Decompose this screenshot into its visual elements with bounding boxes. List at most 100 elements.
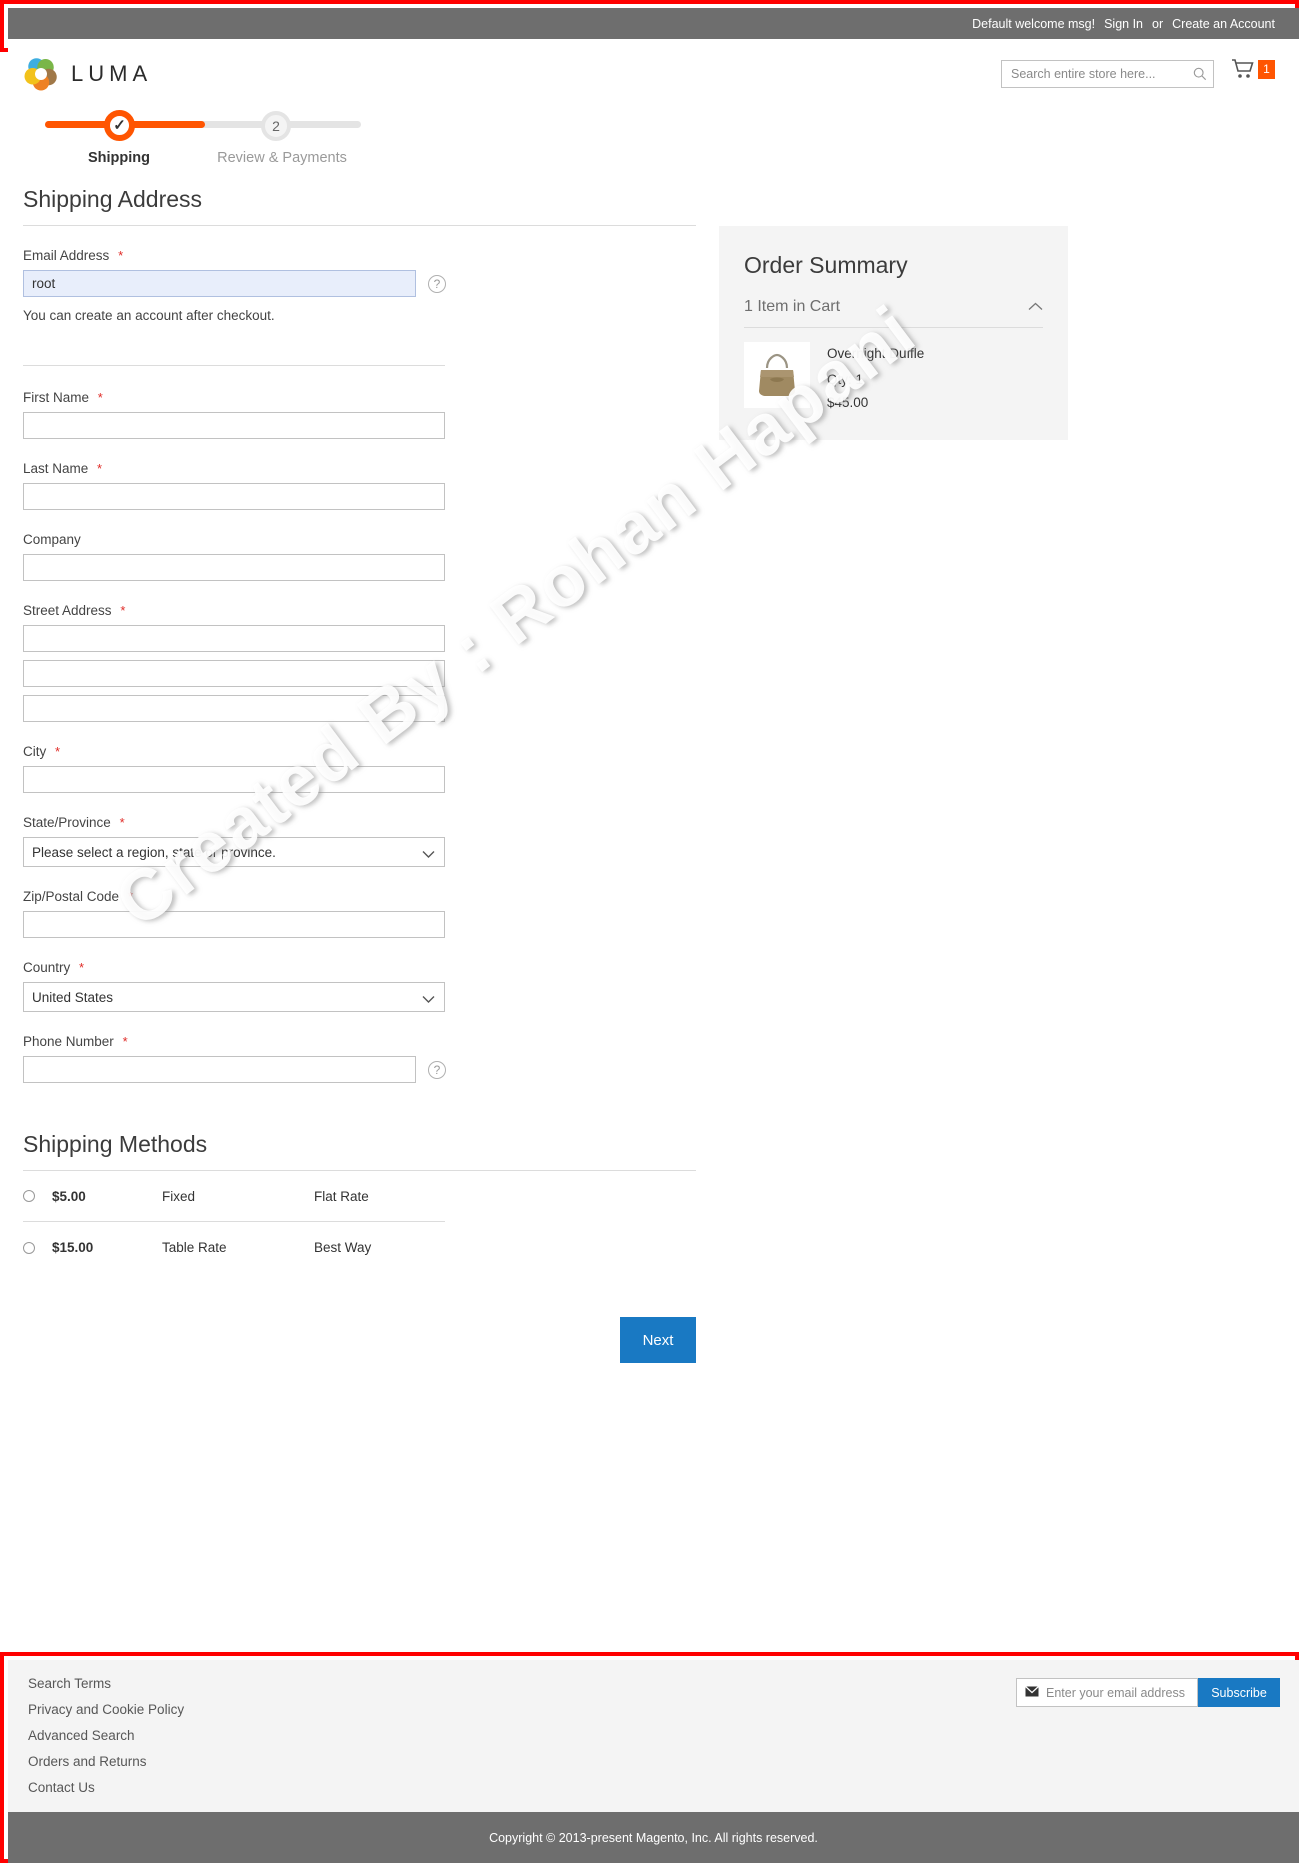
site-footer: Search Terms Privacy and Cookie Policy A…	[8, 1660, 1299, 1812]
search-icon[interactable]	[1187, 67, 1213, 81]
required-asterisk: *	[55, 744, 61, 759]
table-row[interactable]: $15.00 Table Rate Best Way	[23, 1222, 445, 1273]
product-name: Overnight Duffle	[827, 346, 925, 361]
product-thumbnail	[744, 342, 810, 408]
country-label-text: Country	[23, 960, 71, 975]
top-panel-bar: Default welcome msg! Sign In or Create a…	[8, 8, 1299, 39]
city-input[interactable]	[23, 766, 445, 793]
footer-link-orders-returns[interactable]: Orders and Returns	[28, 1754, 184, 1769]
logo[interactable]: LUMA	[23, 56, 152, 92]
progress-step-2-label[interactable]: Review & Payments	[199, 150, 365, 166]
company-input[interactable]	[23, 554, 445, 581]
required-asterisk: *	[118, 248, 124, 263]
email-hint-text: You can create an account after checkout…	[23, 308, 275, 323]
product-details: Overnight Duffle Qty: 1 $45.00	[827, 342, 924, 410]
email-input[interactable]	[23, 270, 416, 297]
city-label: City *	[23, 744, 696, 759]
order-summary-title: Order Summary	[744, 252, 908, 278]
cart-items-toggle[interactable]: 1 Item in Cart	[744, 298, 1043, 328]
mini-cart[interactable]: 1	[1231, 58, 1275, 80]
required-asterisk: *	[119, 815, 125, 830]
state-province-label-text: State/Province	[23, 815, 111, 830]
shipping-methods-title: Shipping Methods	[23, 1131, 208, 1157]
newsletter-email-input[interactable]	[1046, 1685, 1207, 1700]
progress-step-1-node[interactable]: ✓	[104, 110, 135, 141]
country-select[interactable]: United States	[23, 982, 445, 1012]
last-name-input[interactable]	[23, 483, 445, 510]
email-label-text: Email Address	[23, 248, 110, 263]
street-address-label-text: Street Address	[23, 603, 112, 618]
first-name-label: First Name *	[23, 390, 696, 405]
required-asterisk: *	[97, 390, 103, 405]
country-field-group: Country * United States	[23, 960, 696, 1012]
zip-postal-code-label-text: Zip/Postal Code	[23, 889, 120, 904]
logo-text: LUMA	[71, 61, 153, 86]
next-button[interactable]: Next	[620, 1317, 696, 1363]
progress-step-2-node[interactable]: 2	[261, 111, 291, 141]
shipping-method-radio[interactable]	[23, 1241, 35, 1254]
welcome-message: Default welcome msg!	[972, 16, 1096, 31]
copyright-bar: Copyright © 2013-present Magento, Inc. A…	[8, 1812, 1299, 1863]
required-asterisk: *	[127, 889, 133, 904]
last-name-field-group: Last Name *	[23, 461, 696, 510]
progress-step-2-number: 2	[272, 118, 280, 134]
footer-link-advanced-search[interactable]: Advanced Search	[28, 1728, 184, 1743]
site-header: LUMA 1	[0, 52, 1299, 102]
shipping-method-carrier: Fixed	[162, 1188, 196, 1204]
footer-links-list: Search Terms Privacy and Cookie Policy A…	[28, 1676, 184, 1795]
cart-count-badge: 1	[1258, 59, 1275, 79]
street-address-line-3-input[interactable]	[23, 695, 445, 722]
city-field-group: City *	[23, 744, 696, 793]
footer-link-privacy-policy[interactable]: Privacy and Cookie Policy	[28, 1702, 184, 1717]
sign-in-link[interactable]: Sign In	[1104, 17, 1143, 31]
search-input[interactable]	[1002, 61, 1187, 87]
email-help-icon[interactable]: ?	[428, 274, 446, 293]
product-price: $45.00	[827, 395, 869, 410]
create-account-link[interactable]: Create an Account	[1172, 17, 1275, 31]
first-name-field-group: First Name *	[23, 390, 696, 439]
footer-link-search-terms[interactable]: Search Terms	[28, 1676, 184, 1691]
phone-number-label: Phone Number *	[23, 1034, 696, 1049]
search-box[interactable]	[1001, 60, 1214, 88]
cart-icon[interactable]	[1231, 58, 1255, 80]
street-address-label: Street Address *	[23, 603, 696, 618]
product-quantity: Qty: 1	[827, 372, 864, 387]
subscribe-button[interactable]: Subscribe	[1198, 1678, 1280, 1707]
phone-number-label-text: Phone Number	[23, 1034, 114, 1049]
cart-item-count: 1 Item in Cart	[744, 298, 841, 315]
last-name-label: Last Name *	[23, 461, 696, 476]
zip-postal-code-input[interactable]	[23, 911, 445, 938]
table-row[interactable]: $5.00 Fixed Flat Rate	[23, 1171, 445, 1222]
footer-link-contact-us[interactable]: Contact Us	[28, 1780, 184, 1795]
list-item: Overnight Duffle Qty: 1 $45.00	[744, 342, 1043, 410]
country-label: Country *	[23, 960, 696, 975]
shipping-method-name: Flat Rate	[314, 1188, 369, 1204]
company-field-group: Company	[23, 532, 696, 581]
shipping-address-section: Shipping Address Email Address * ? You c…	[23, 186, 696, 1363]
checkout-progress-bar: ✓ 2 Shipping Review & Payments	[23, 110, 383, 172]
title-divider	[23, 225, 696, 226]
street-address-line-1-input[interactable]	[23, 625, 445, 652]
state-province-select[interactable]: Please select a region, state or provinc…	[23, 837, 445, 867]
luma-logo-icon	[24, 58, 57, 91]
zip-postal-code-label: Zip/Postal Code *	[23, 889, 696, 904]
shipping-methods-table: $5.00 Fixed Flat Rate $15.00 Table Rate …	[23, 1171, 696, 1273]
phone-number-input[interactable]	[23, 1056, 416, 1083]
checkout-page: Default welcome msg! Sign In or Create a…	[0, 0, 1299, 1863]
shipping-method-radio[interactable]	[23, 1190, 35, 1202]
last-name-label-text: Last Name	[23, 461, 89, 476]
progress-step-1-label[interactable]: Shipping	[63, 150, 175, 166]
newsletter-signup: Subscribe	[1016, 1678, 1280, 1707]
check-icon: ✓	[113, 117, 126, 134]
copyright-text: Copyright © 2013-present Magento, Inc. A…	[489, 1830, 818, 1845]
chevron-up-icon[interactable]	[1028, 298, 1043, 316]
phone-help-icon[interactable]: ?	[428, 1060, 446, 1079]
required-asterisk: *	[97, 461, 103, 476]
street-address-line-2-input[interactable]	[23, 660, 445, 687]
phone-number-field-group: Phone Number * ?	[23, 1034, 696, 1083]
email-label: Email Address *	[23, 248, 696, 263]
required-asterisk: *	[120, 603, 126, 618]
shipping-method-price: $15.00	[52, 1240, 94, 1255]
newsletter-input-box[interactable]	[1016, 1678, 1207, 1707]
first-name-input[interactable]	[23, 412, 445, 439]
